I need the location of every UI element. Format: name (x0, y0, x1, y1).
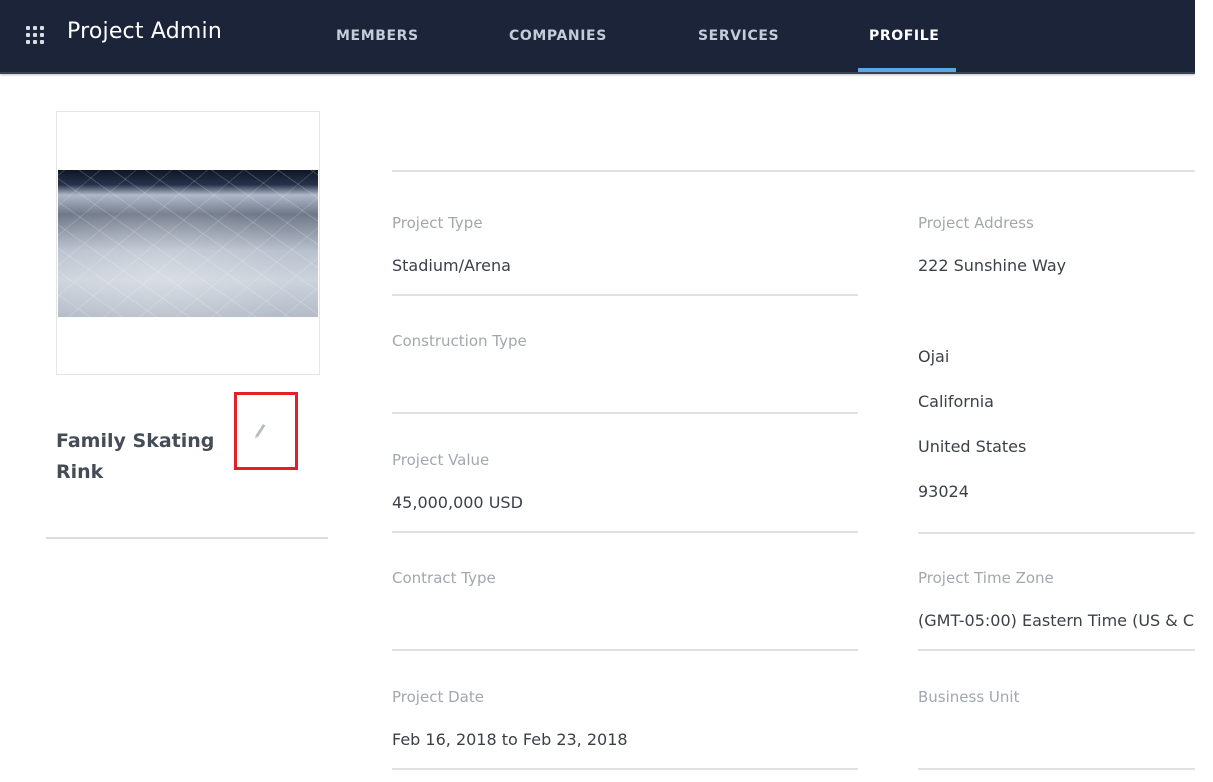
field-value: 45,000,000 USD (392, 493, 523, 512)
field-contract-type[interactable]: Contract Type (392, 569, 858, 653)
address-city: Ojai (918, 347, 950, 366)
field-underline (392, 412, 858, 414)
address-country: United States (918, 437, 1027, 456)
tab-members[interactable]: MEMBERS (336, 28, 419, 72)
top-nav-bar: Project Admin MEMBERS COMPANIES SERVICES… (0, 0, 1195, 74)
active-tab-indicator (858, 68, 956, 72)
field-construction-type[interactable]: Construction Type (392, 332, 858, 416)
address-postal-code: 93024 (918, 482, 969, 501)
field-underline (918, 768, 1195, 770)
field-underline (392, 768, 858, 770)
field-business-unit[interactable]: Business Unit (918, 688, 1195, 772)
field-label: Business Unit (918, 688, 1020, 706)
left-panel-divider (46, 537, 328, 539)
viewport: Project Admin MEMBERS COMPANIES SERVICES… (0, 0, 1195, 782)
field-underline (918, 532, 1195, 534)
field-project-address[interactable]: Project Address 222 Sunshine Way Ojai Ca… (918, 214, 1195, 536)
address-line1: 222 Sunshine Way (918, 256, 1067, 275)
project-thumbnail-image (58, 170, 318, 317)
field-value: (GMT-05:00) Eastern Time (US & Canada) (918, 611, 1195, 630)
project-name: Family Skating Rink (56, 430, 215, 483)
field-project-time-zone[interactable]: Project Time Zone (GMT-05:00) Eastern Ti… (918, 569, 1195, 653)
tab-companies[interactable]: COMPANIES (509, 28, 607, 72)
field-underline (392, 531, 858, 533)
field-label: Project Address (918, 214, 1034, 232)
field-project-type[interactable]: Project Type Stadium/Arena (392, 214, 858, 298)
field-label: Project Type (392, 214, 483, 232)
field-label: Contract Type (392, 569, 496, 587)
field-value: Feb 16, 2018 to Feb 23, 2018 (392, 730, 628, 749)
address-state: California (918, 392, 994, 411)
tab-services[interactable]: SERVICES (698, 28, 779, 72)
field-project-date[interactable]: Project Date Feb 16, 2018 to Feb 23, 201… (392, 688, 858, 772)
grid-menu-icon[interactable] (26, 26, 46, 46)
edit-project-name-button[interactable] (234, 392, 298, 470)
section-divider (392, 170, 1195, 172)
field-value: Stadium/Arena (392, 256, 511, 275)
field-label: Project Time Zone (918, 569, 1054, 587)
app-title: Project Admin (67, 19, 222, 44)
field-label: Project Value (392, 451, 490, 469)
field-project-value[interactable]: Project Value 45,000,000 USD (392, 451, 858, 535)
field-underline (392, 649, 858, 651)
field-underline (392, 294, 858, 296)
field-label: Construction Type (392, 332, 527, 350)
pencil-icon (255, 424, 266, 439)
tab-profile[interactable]: PROFILE (869, 28, 939, 72)
project-thumbnail-card[interactable] (56, 111, 320, 375)
field-label: Project Date (392, 688, 484, 706)
field-underline (918, 649, 1195, 651)
